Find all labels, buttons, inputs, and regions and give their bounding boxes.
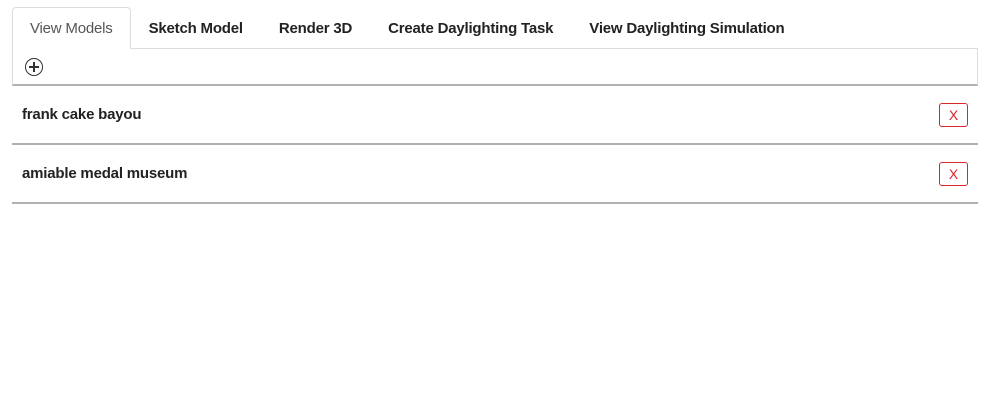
tab-create-daylighting-task[interactable]: Create Daylighting Task bbox=[370, 7, 571, 48]
model-list: frank cake bayou X amiable medal museum … bbox=[12, 86, 978, 204]
tab-sketch-model[interactable]: Sketch Model bbox=[131, 7, 261, 48]
list-item[interactable]: amiable medal museum X bbox=[12, 145, 978, 204]
toolbar bbox=[12, 48, 978, 86]
tab-render-3d[interactable]: Render 3D bbox=[261, 7, 370, 48]
delete-button[interactable]: X bbox=[939, 102, 968, 127]
model-name: frank cake bayou bbox=[22, 106, 142, 123]
tab-view-daylighting-simulation[interactable]: View Daylighting Simulation bbox=[571, 7, 802, 48]
list-item[interactable]: frank cake bayou X bbox=[12, 86, 978, 145]
tab-view-models[interactable]: View Models bbox=[12, 7, 131, 49]
tab-bar: View Models Sketch Model Render 3D Creat… bbox=[12, 7, 978, 49]
delete-button[interactable]: X bbox=[939, 161, 968, 186]
model-name: amiable medal museum bbox=[22, 165, 188, 182]
plus-circle-icon[interactable] bbox=[25, 58, 43, 76]
